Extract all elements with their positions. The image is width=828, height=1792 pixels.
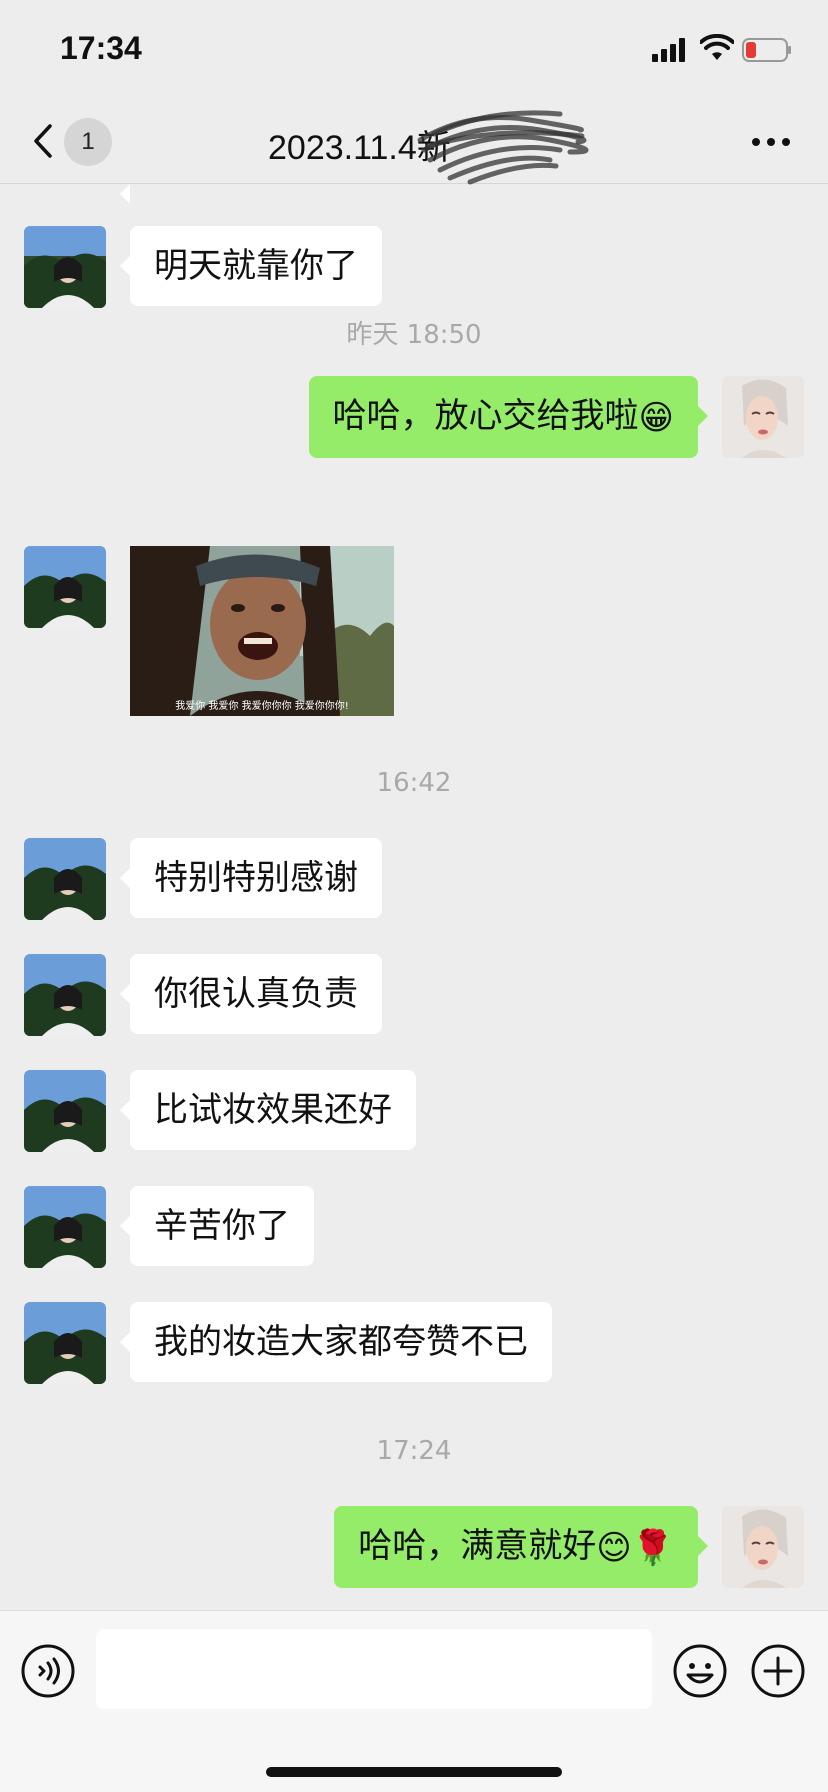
sticker-caption: 我爱你 我爱你 我爱你你你 我爱你你你!	[175, 701, 349, 712]
message-bubble-incoming[interactable]: 明天就靠你了	[120, 226, 382, 306]
plus-icon[interactable]	[750, 1643, 806, 1699]
avatar-self[interactable]	[722, 376, 804, 458]
wifi-icon	[700, 34, 734, 60]
message-input[interactable]	[96, 1629, 652, 1709]
avatar-contact[interactable]	[24, 954, 106, 1036]
avatar-contact[interactable]	[24, 1070, 106, 1152]
status-time: 17:34	[60, 30, 142, 66]
message-bubble-incoming[interactable]: 特别特别感谢	[120, 838, 382, 918]
more-dots-icon[interactable]	[750, 130, 792, 154]
sticker-image[interactable]: 我爱你 我爱你 我爱你你你 我爱你你你!	[130, 546, 394, 716]
message-bubble-incoming[interactable]: 我的妆造大家都夸赞不已	[120, 1302, 552, 1382]
avatar-contact[interactable]	[24, 838, 106, 920]
chat-messages[interactable]: 明天就靠你了 昨天 18:50 哈哈，放心交给我啦😁 我爱你 我爱你 我爱你你你…	[0, 154, 828, 1610]
status-bar: 17:34	[0, 0, 828, 100]
avatar-contact[interactable]	[24, 226, 106, 308]
chat-header: 1 2023.11.4新	[0, 100, 828, 185]
timestamp: 17:24	[376, 1436, 452, 1466]
timestamp: 16:42	[376, 768, 452, 798]
timestamp: 昨天 18:50	[346, 320, 482, 350]
message-bubble-incoming[interactable]: 比试妆效果还好	[120, 1070, 416, 1150]
voice-icon[interactable]	[20, 1643, 76, 1699]
avatar-contact[interactable]	[24, 1302, 106, 1384]
avatar-contact[interactable]	[24, 546, 106, 628]
battery-low-icon	[742, 38, 791, 62]
home-indicator	[266, 1767, 562, 1777]
chevron-left-icon[interactable]	[28, 118, 58, 164]
scribble-redaction	[417, 110, 589, 185]
input-bar	[0, 1610, 828, 1792]
signal-icon	[652, 38, 685, 62]
avatar-self[interactable]	[722, 1506, 804, 1588]
grin-emoji-icon: 😁	[638, 397, 674, 438]
message-bubble-incoming[interactable]: 辛苦你了	[120, 1186, 314, 1266]
avatar-contact[interactable]	[24, 1186, 106, 1268]
unread-count-badge[interactable]: 1	[64, 118, 112, 166]
smile-rose-emoji-icon: 😊🌹	[596, 1527, 674, 1568]
message-bubble-incoming[interactable]: 你很认真负责	[120, 954, 382, 1034]
message-text: 哈哈，放心交给我啦	[332, 396, 639, 436]
emoji-icon[interactable]	[672, 1643, 728, 1699]
message-text: 哈哈，满意就好	[358, 1526, 597, 1566]
message-bubble-outgoing[interactable]: 哈哈，放心交给我啦😁	[308, 376, 709, 458]
message-bubble-outgoing[interactable]: 哈哈，满意就好😊🌹	[334, 1506, 708, 1588]
